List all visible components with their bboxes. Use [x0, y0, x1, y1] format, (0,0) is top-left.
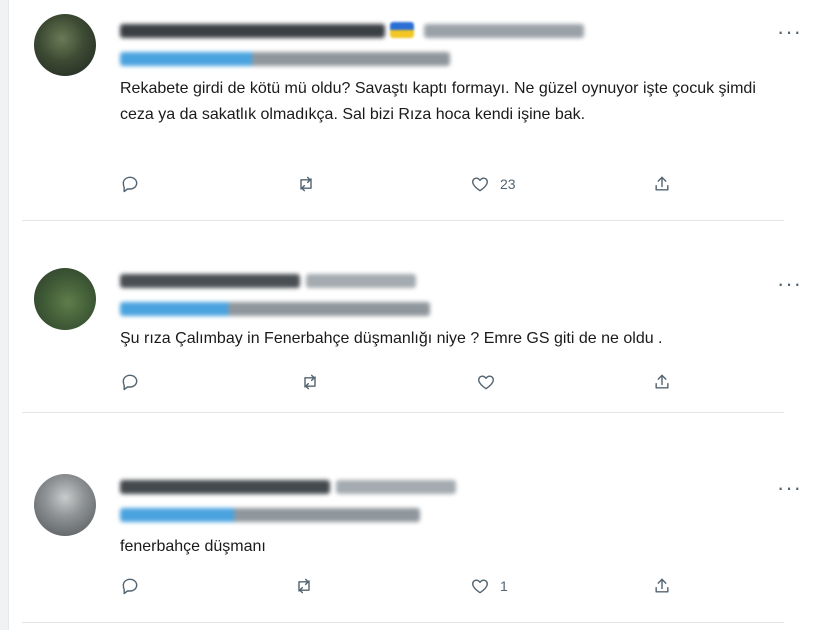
like-button[interactable] — [476, 372, 506, 392]
tweet-list: ··· Rekabete girdi de kötü mü oldu? Sava… — [0, 0, 814, 630]
reply-icon — [122, 578, 138, 595]
tweet-actions — [120, 372, 680, 396]
retweet-button[interactable] — [296, 174, 316, 194]
blurred-display-name[interactable] — [120, 274, 300, 288]
avatar[interactable] — [34, 268, 96, 330]
retweet-button[interactable] — [294, 576, 314, 596]
tweet-actions: 1 — [120, 576, 680, 600]
retweet-icon — [304, 374, 316, 390]
share-button[interactable] — [652, 174, 672, 194]
blurred-handle-time — [336, 480, 456, 494]
like-button[interactable]: 23 — [470, 174, 516, 194]
left-edge — [0, 0, 9, 630]
share-icon — [655, 176, 669, 191]
share-button[interactable] — [652, 576, 672, 596]
tweet-text: fenerbahçe düşmanı — [120, 538, 266, 555]
avatar[interactable] — [34, 474, 96, 536]
share-button[interactable] — [652, 372, 672, 392]
blurred-display-name[interactable] — [120, 480, 330, 494]
more-options-icon[interactable]: ··· — [777, 273, 802, 295]
blurred-reply-to — [120, 508, 420, 522]
like-icon — [472, 177, 488, 192]
reply-button[interactable] — [120, 174, 140, 194]
divider — [22, 220, 784, 221]
blurred-handle-time — [424, 24, 584, 38]
like-count: 23 — [500, 176, 516, 192]
retweet-icon — [298, 578, 310, 594]
blurred-display-name[interactable] — [120, 24, 385, 38]
avatar[interactable] — [34, 14, 96, 76]
blurred-reply-to — [120, 302, 430, 316]
more-options-icon[interactable]: ··· — [777, 21, 802, 43]
divider — [22, 622, 784, 623]
share-icon — [655, 578, 669, 593]
like-icon — [478, 375, 494, 390]
tweet-2[interactable]: ··· Şu rıza Çalımbay in Fenerbahçe düşma… — [22, 262, 802, 412]
more-options-icon[interactable]: ··· — [777, 477, 802, 499]
like-count: 1 — [500, 578, 508, 594]
tweet-1[interactable]: ··· Rekabete girdi de kötü mü oldu? Sava… — [22, 8, 802, 208]
blurred-flag — [390, 22, 414, 38]
retweet-button[interactable] — [300, 372, 320, 392]
reply-icon — [122, 374, 138, 391]
reply-button[interactable] — [120, 372, 140, 392]
tweet-text: Rekabete girdi de kötü mü oldu? Savaştı … — [120, 80, 756, 123]
tweet-text: Şu rıza Çalımbay in Fenerbahçe düşmanlığ… — [120, 330, 663, 347]
like-icon — [472, 579, 488, 594]
share-icon — [655, 374, 669, 389]
blurred-handle-time — [306, 274, 416, 288]
divider — [22, 412, 784, 413]
blurred-reply-to — [120, 52, 450, 66]
like-button[interactable]: 1 — [470, 576, 508, 596]
retweet-icon — [300, 176, 312, 192]
reply-icon — [122, 176, 138, 193]
tweet-actions: 23 — [120, 174, 680, 198]
tweet-3[interactable]: ··· fenerbahçe düşmanı 1 — [22, 470, 802, 620]
reply-button[interactable] — [120, 576, 140, 596]
